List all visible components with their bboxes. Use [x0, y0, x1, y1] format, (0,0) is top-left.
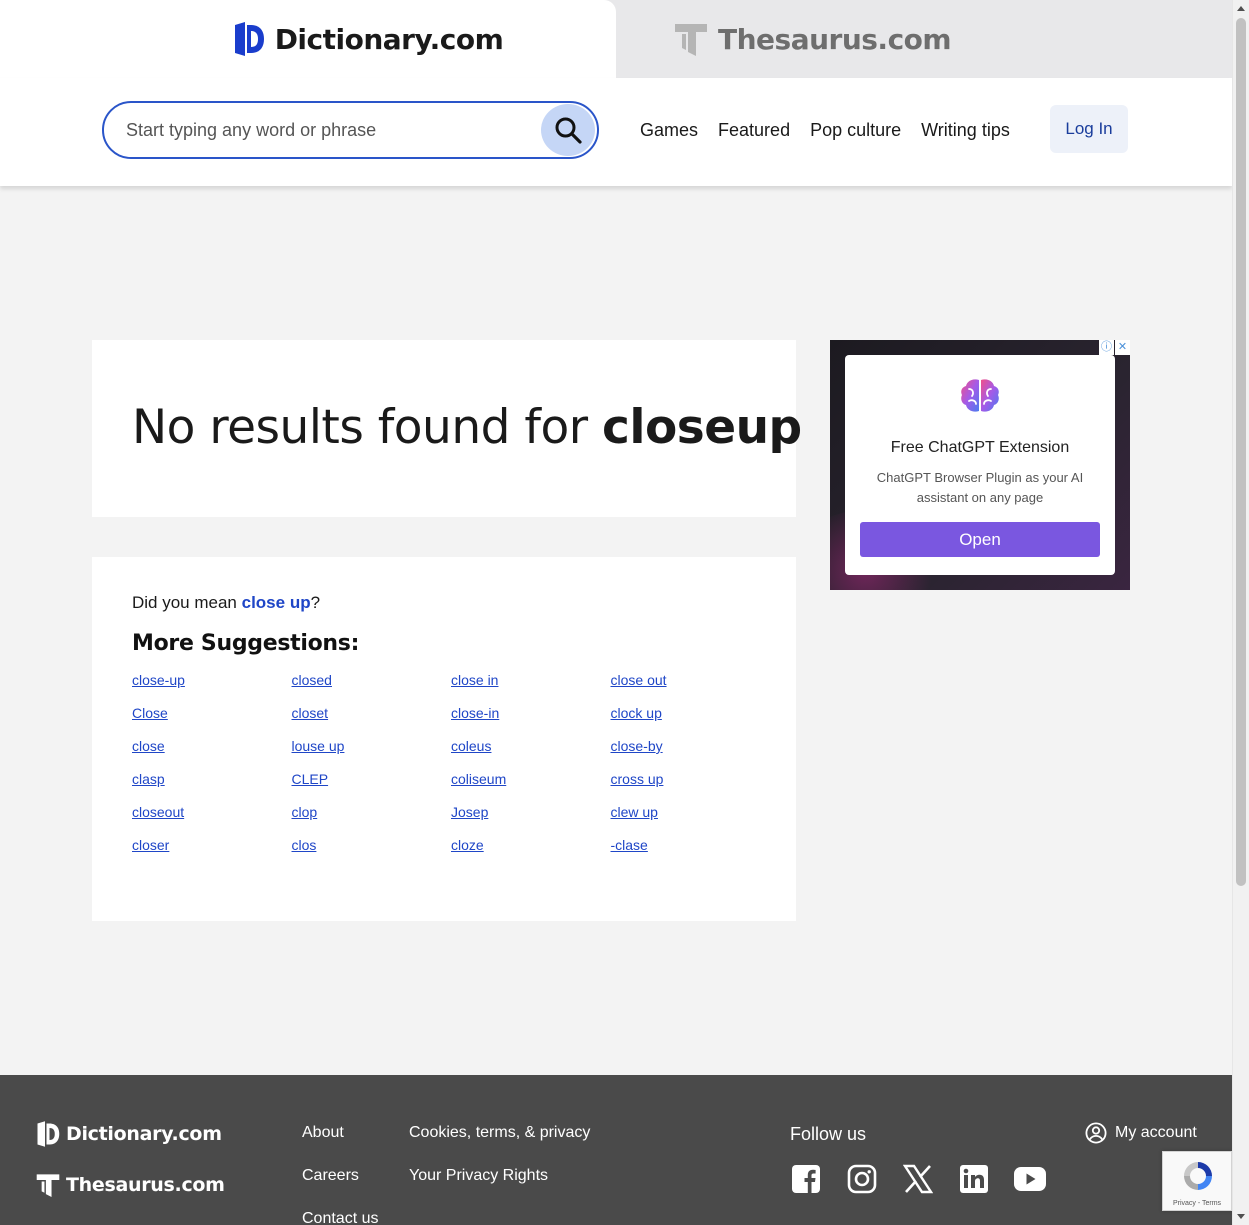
footer-link-privacy-rights[interactable]: Your Privacy Rights	[409, 1167, 548, 1185]
no-results-prefix: No results found for	[132, 400, 602, 455]
ad-close-icon[interactable]: ✕	[1115, 340, 1130, 355]
nav-featured[interactable]: Featured	[718, 120, 790, 141]
did-you-mean-suffix: ?	[310, 593, 321, 612]
search-box	[102, 101, 599, 159]
recaptcha-badge[interactable]: Privacy - Terms	[1162, 1151, 1232, 1211]
facebook-icon[interactable]	[790, 1163, 822, 1195]
user-icon	[1085, 1122, 1107, 1144]
ad-title: Free ChatGPT Extension	[890, 439, 1070, 456]
ad-description: ChatGPT Browser Plugin as your AI assist…	[876, 470, 1084, 505]
main-nav: Games Featured Pop culture Writing tips …	[0, 78, 1232, 186]
suggestion-link[interactable]: cloze	[451, 837, 611, 870]
brain-icon	[961, 379, 999, 412]
did-you-mean: Did you mean close up?	[132, 593, 756, 613]
suggestions-grid: close-up closed close in close out Close…	[132, 672, 756, 870]
suggestion-link[interactable]: closed	[292, 672, 452, 705]
ad-open-button[interactable]: Open	[860, 522, 1100, 557]
suggestion-link[interactable]: close-by	[611, 738, 771, 771]
footer-link-contact[interactable]: Contact us	[302, 1210, 378, 1225]
ad-info-icon[interactable]: ⓘ	[1099, 340, 1114, 355]
suggestion-link[interactable]: closet	[292, 705, 452, 738]
recaptcha-terms[interactable]: Privacy - Terms	[1163, 1200, 1231, 1207]
instagram-icon[interactable]	[846, 1163, 878, 1195]
suggestion-link[interactable]: coliseum	[451, 771, 611, 804]
suggestion-link[interactable]: closeout	[132, 804, 292, 837]
scroll-thumb[interactable]	[1236, 18, 1246, 886]
scroll-down-arrow-icon[interactable]	[1237, 1214, 1245, 1219]
recaptcha-icon	[1184, 1162, 1212, 1190]
suggestion-link[interactable]: Josep	[451, 804, 611, 837]
scroll-up-arrow-icon[interactable]	[1237, 6, 1245, 11]
tab-thesaurus[interactable]: Thesaurus.com	[616, 0, 1232, 78]
suggestion-link[interactable]: clock up	[611, 705, 771, 738]
dictionary-brand-text: Dictionary.com	[274, 22, 504, 56]
no-results-panel: No results found for closeup	[92, 340, 802, 517]
search-query: closeup	[601, 400, 802, 455]
ad-card: Free ChatGPT Extension ChatGPT Browser P…	[845, 355, 1115, 575]
nav-links: Games Featured Pop culture Writing tips	[640, 120, 1010, 141]
site-tabbar: Dictionary.com Thesaurus.com	[0, 0, 1232, 78]
suggestion-link[interactable]: louse up	[292, 738, 452, 771]
suggestion-link[interactable]: closer	[132, 837, 292, 870]
x-icon[interactable]	[902, 1163, 934, 1195]
thesaurus-logo[interactable]: Thesaurus.com	[674, 22, 952, 56]
page-scrollbar[interactable]	[1232, 0, 1249, 1225]
nav-games[interactable]: Games	[640, 120, 698, 141]
suggestion-link[interactable]: CLEP	[292, 771, 452, 804]
linkedin-icon[interactable]	[958, 1163, 990, 1195]
suggestion-link[interactable]: -clase	[611, 837, 771, 870]
suggestion-link[interactable]: coleus	[451, 738, 611, 771]
footer-link-cookies-terms[interactable]: Cookies, terms, & privacy	[409, 1124, 590, 1142]
suggestion-link[interactable]: clasp	[132, 771, 292, 804]
suggestion-link[interactable]: Close	[132, 705, 292, 738]
dictionary-logo[interactable]: Dictionary.com	[233, 22, 504, 56]
footer-thesaurus-logo-icon	[36, 1174, 60, 1197]
nav-writing-tips[interactable]: Writing tips	[921, 120, 1010, 141]
suggestion-link[interactable]: clos	[292, 837, 452, 870]
more-suggestions-title: More Suggestions:	[132, 631, 360, 656]
follow-us-label: Follow us	[790, 1124, 867, 1144]
my-account-link[interactable]: My account	[1085, 1122, 1197, 1144]
footer-thesaurus-logo[interactable]: Thesaurus.com	[36, 1173, 225, 1197]
youtube-icon[interactable]	[1014, 1163, 1046, 1195]
suggestion-link[interactable]: close in	[451, 672, 611, 705]
thesaurus-logo-icon	[675, 24, 707, 56]
footer-link-about[interactable]: About	[302, 1124, 344, 1142]
my-account-label: My account	[1115, 1124, 1197, 1141]
site-footer: Dictionary.com Thesaurus.com About Caree…	[0, 1075, 1232, 1225]
suggestion-link[interactable]: clop	[292, 804, 452, 837]
tab-dictionary[interactable]: Dictionary.com	[0, 0, 616, 78]
suggestion-link[interactable]: close-in	[451, 705, 611, 738]
search-button[interactable]	[541, 104, 595, 156]
suggestion-link[interactable]: close-up	[132, 672, 292, 705]
login-button[interactable]: Log In	[1050, 105, 1128, 153]
no-results-heading: No results found for closeup	[132, 400, 802, 455]
dictionary-logo-icon	[234, 22, 264, 56]
suggestion-link[interactable]: close out	[611, 672, 771, 705]
nav-pop-culture[interactable]: Pop culture	[810, 120, 901, 141]
suggestions-panel: Did you mean close up? More Suggestions:…	[92, 557, 796, 921]
did-you-mean-link[interactable]: close up	[242, 593, 311, 612]
thesaurus-brand-text: Thesaurus.com	[718, 22, 952, 56]
did-you-mean-prefix: Did you mean	[132, 593, 242, 612]
footer-dictionary-brand: Dictionary.com	[66, 1123, 222, 1145]
footer-dictionary-logo[interactable]: Dictionary.com	[36, 1121, 222, 1147]
suggestion-link[interactable]: close	[132, 738, 292, 771]
footer-dictionary-logo-icon	[37, 1121, 60, 1147]
ad-banner[interactable]: ⓘ ✕ Free ChatGPT Extension ChatGPT Brows…	[830, 340, 1130, 590]
suggestion-link[interactable]: cross up	[611, 771, 771, 804]
suggestion-link[interactable]: clew up	[611, 804, 771, 837]
footer-thesaurus-brand: Thesaurus.com	[66, 1174, 225, 1196]
ad-controls: ⓘ ✕	[1099, 340, 1130, 355]
search-input[interactable]	[126, 117, 526, 143]
footer-link-careers[interactable]: Careers	[302, 1167, 359, 1185]
search-icon	[555, 117, 582, 144]
